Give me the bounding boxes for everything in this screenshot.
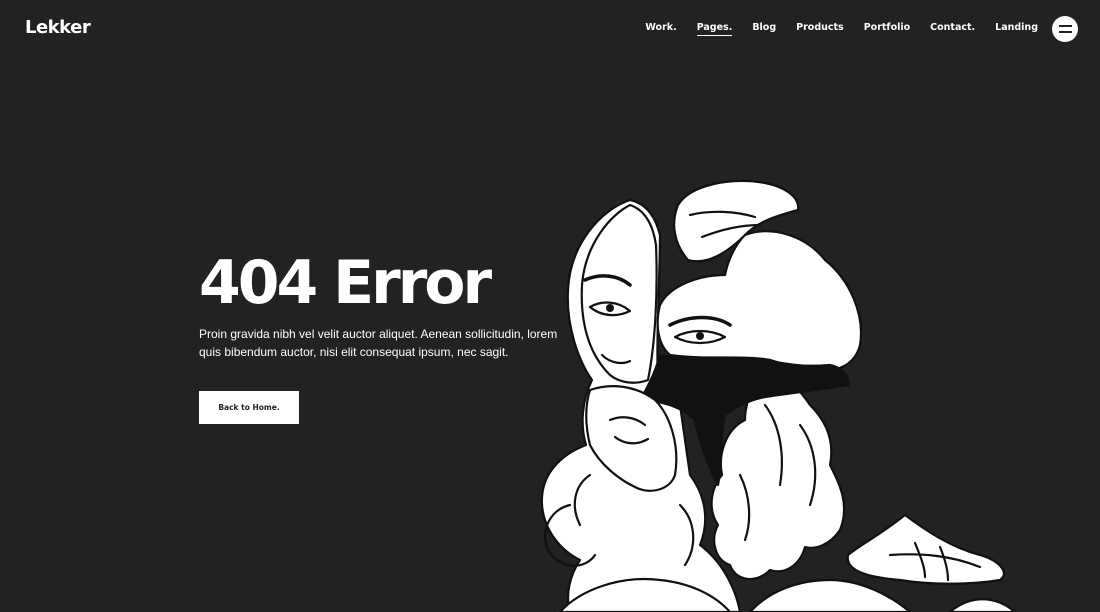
menu-line bbox=[1058, 25, 1072, 27]
nav-item-pages[interactable]: Pages. bbox=[696, 21, 733, 36]
back-to-home-button[interactable]: Back to Home. bbox=[199, 391, 299, 424]
menu-line bbox=[1058, 31, 1072, 33]
two-women-illustration-icon bbox=[540, 179, 1017, 612]
nav-item-blog[interactable]: Blog bbox=[752, 21, 776, 36]
error-description: Proin gravida nibh vel velit auctor aliq… bbox=[199, 327, 558, 359]
brand-logo[interactable]: Lekker bbox=[25, 17, 91, 38]
error-page: Lekker Work. Pages. Blog Products Portfo… bbox=[0, 0, 1100, 612]
nav-item-products[interactable]: Products bbox=[796, 21, 844, 36]
nav-item-landing[interactable]: Landing bbox=[995, 21, 1038, 36]
nav-item-contact[interactable]: Contact. bbox=[930, 21, 975, 36]
nav-item-work[interactable]: Work. bbox=[645, 21, 676, 36]
page-title: 404 Error bbox=[199, 248, 492, 318]
hamburger-menu-icon[interactable] bbox=[1052, 16, 1078, 42]
nav-item-portfolio[interactable]: Portfolio bbox=[864, 21, 910, 36]
main-nav: Work. Pages. Blog Products Portfolio Con… bbox=[625, 21, 1038, 36]
